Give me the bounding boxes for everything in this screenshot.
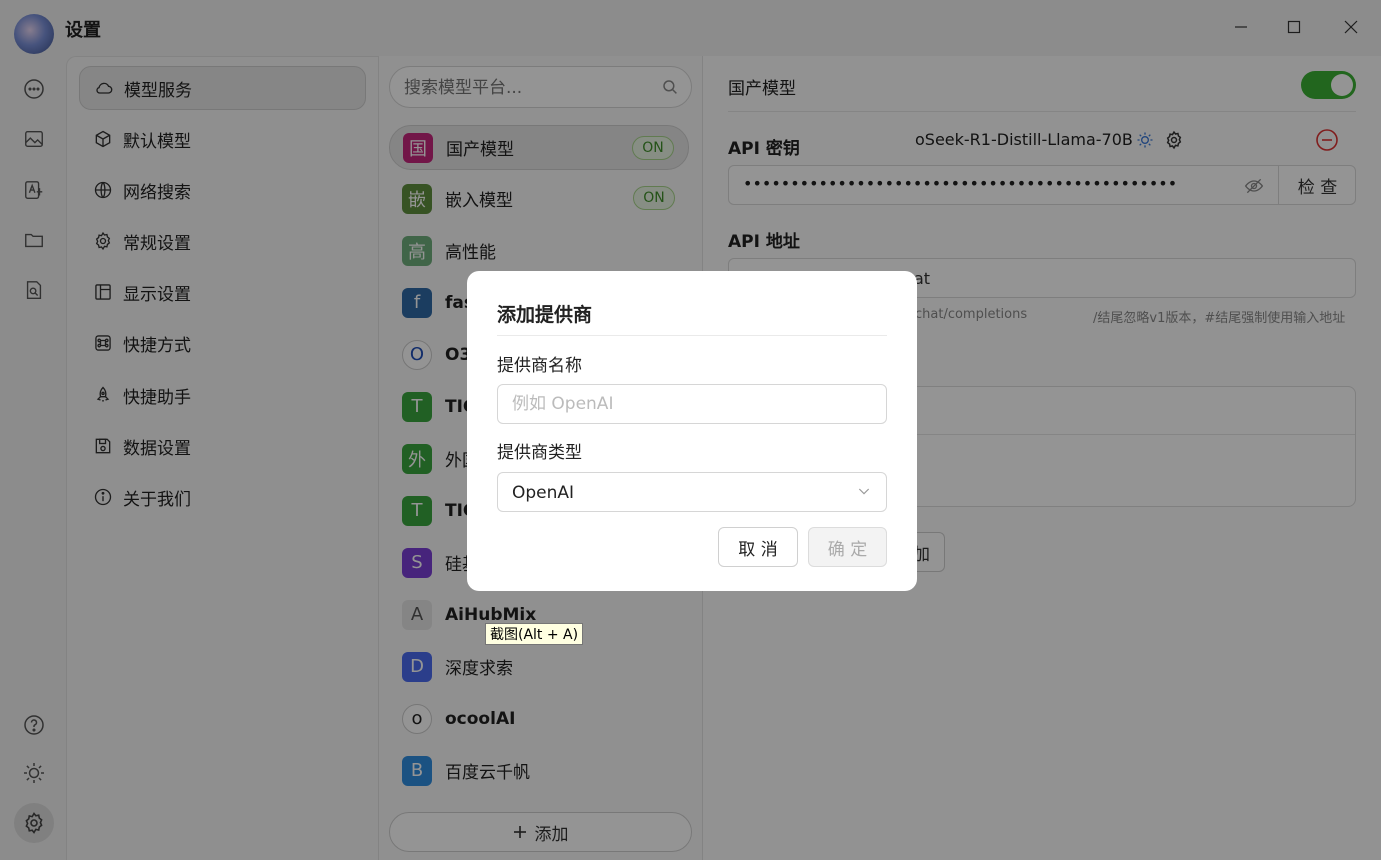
app-window: 设置 模型服务 默认模型 网络搜索 常规设置 显示设置 快捷方式 快捷助手 数据…: [0, 0, 1381, 860]
provider-name-input[interactable]: [497, 384, 887, 424]
confirm-button[interactable]: 确 定: [808, 527, 887, 567]
divider: [497, 335, 887, 336]
screenshot-tooltip: 截图(Alt + A): [485, 623, 584, 645]
add-provider-dialog: 添加提供商 提供商名称 提供商类型 OpenAI 取 消 确 定: [467, 271, 917, 591]
provider-type-select[interactable]: OpenAI: [497, 472, 887, 512]
dialog-title: 添加提供商: [497, 304, 593, 326]
provider-type-label: 提供商类型: [497, 443, 582, 463]
provider-type-value: OpenAI: [512, 483, 575, 503]
cancel-button[interactable]: 取 消: [718, 527, 798, 567]
provider-name-label: 提供商名称: [497, 356, 582, 376]
chevron-down-icon: [856, 483, 872, 503]
